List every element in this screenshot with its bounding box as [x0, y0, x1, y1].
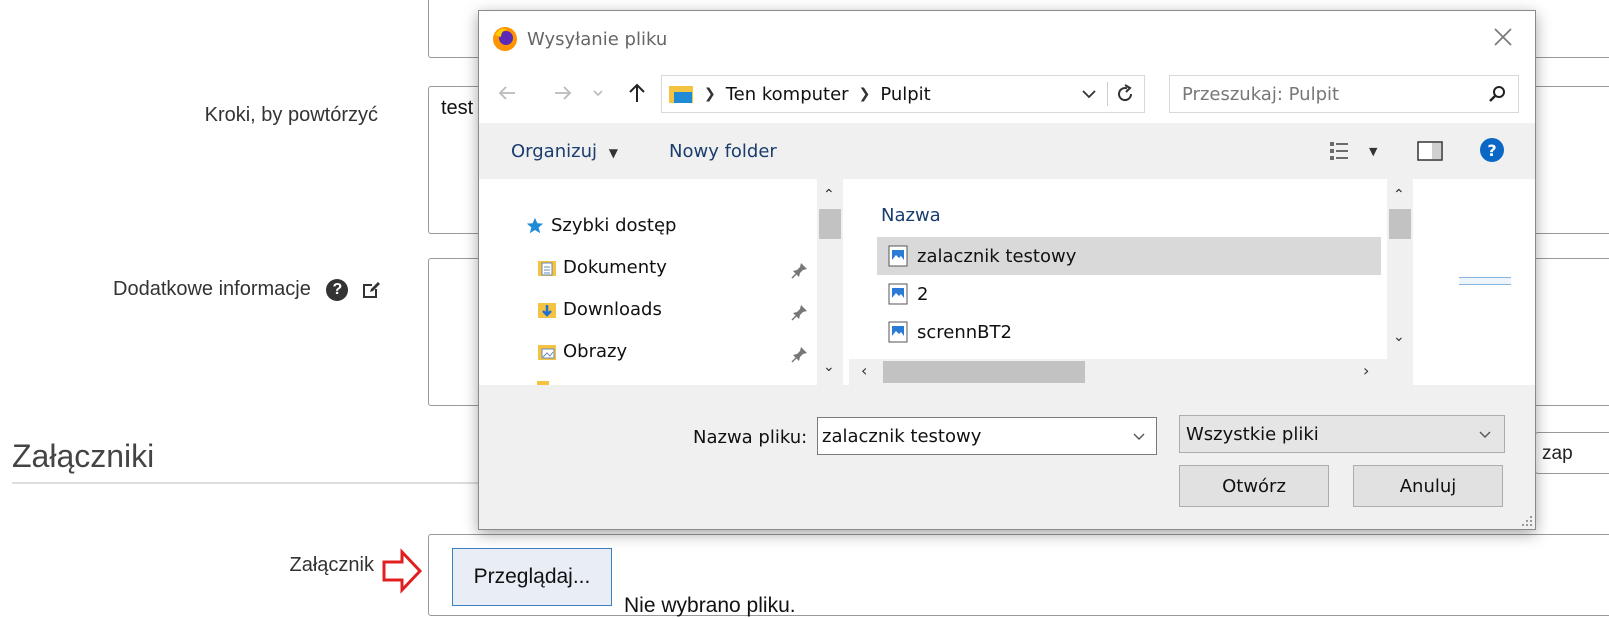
- forward-arrow-icon[interactable]: [551, 81, 575, 105]
- open-button[interactable]: Otwórz: [1179, 465, 1329, 507]
- file-row[interactable]: scrennBT2: [877, 313, 1381, 351]
- browse-button[interactable]: Przeglądaj...: [452, 548, 612, 606]
- scroll-thumb[interactable]: [819, 209, 841, 239]
- file-list-scrollbar[interactable]: ⌃ ⌄: [1387, 179, 1413, 385]
- breadcrumb-separator-icon: ❯: [858, 86, 871, 102]
- scroll-down-icon[interactable]: ⌄: [823, 359, 835, 375]
- new-folder-button[interactable]: Nowy folder: [669, 141, 777, 162]
- firefox-icon: [493, 27, 517, 51]
- breadcrumb-item-computer[interactable]: Ten komputer: [726, 84, 849, 105]
- close-icon[interactable]: [1489, 23, 1517, 51]
- refresh-icon[interactable]: [1114, 83, 1136, 105]
- address-dropdown-icon[interactable]: [1080, 85, 1098, 103]
- preview-pane-icon[interactable]: [1417, 141, 1443, 161]
- attachment-label: Załącznik: [289, 554, 374, 576]
- pin-icon[interactable]: [791, 261, 809, 279]
- no-file-text: Nie wybrano pliku.: [624, 594, 796, 617]
- nav-item-label: Szybki dostęp: [551, 215, 677, 236]
- section-divider: [12, 482, 482, 484]
- breadcrumb-separator-icon: ❯: [704, 86, 716, 102]
- edit-icon[interactable]: [360, 279, 382, 301]
- nav-item-documents[interactable]: Dokumenty: [537, 257, 667, 278]
- pictures-folder-icon: [538, 344, 556, 360]
- nav-item-label: Dokumenty: [563, 257, 667, 278]
- scroll-up-icon[interactable]: ⌃: [1393, 187, 1405, 203]
- help-circle-icon[interactable]: ?: [1479, 137, 1505, 163]
- filename-label: Nazwa pliku:: [693, 427, 808, 448]
- hscroll-thumb[interactable]: [883, 361, 1085, 383]
- steps-label: Kroki, by powtórzyć: [204, 104, 378, 126]
- scroll-left-icon[interactable]: ‹: [861, 361, 867, 380]
- nav-item-quick-access[interactable]: Szybki dostęp: [525, 215, 676, 236]
- file-name: zalacznik testowy: [917, 245, 1077, 267]
- cancel-button[interactable]: Anuluj: [1353, 465, 1503, 507]
- recent-chevron-down-icon[interactable]: [591, 81, 605, 105]
- navigation-pane[interactable]: Szybki dostęp Dokumenty Downloads Obrazy…: [479, 179, 847, 385]
- filetype-value: Wszystkie pliki: [1186, 424, 1319, 445]
- file-row[interactable]: 2: [877, 275, 1381, 313]
- documents-folder-icon: [538, 260, 556, 276]
- steps-text: test: [441, 97, 474, 119]
- breadcrumb-item-desktop[interactable]: Pulpit: [880, 84, 930, 105]
- search-placeholder: Przeszukaj: Pulpit: [1182, 84, 1340, 105]
- nav-item-downloads[interactable]: Downloads: [537, 299, 662, 320]
- filename-input[interactable]: zalacznik testowy: [817, 417, 1157, 455]
- file-list-pane[interactable]: Nazwa zalacznik testowy 2 scrennBT2 ⌃ ⌄ …: [849, 179, 1413, 385]
- column-header-name[interactable]: Nazwa: [881, 205, 941, 226]
- back-arrow-icon[interactable]: [495, 81, 519, 105]
- dialog-toolbar: Organizuj ▼ Nowy folder ▼ ?: [479, 123, 1535, 179]
- scroll-thumb[interactable]: [1389, 209, 1411, 239]
- additional-info-label: Dodatkowe informacje: [113, 278, 311, 300]
- nav-pane-scrollbar[interactable]: ⌃ ⌄: [817, 179, 843, 385]
- browser-panes: Szybki dostęp Dokumenty Downloads Obrazy…: [479, 179, 1535, 385]
- scroll-down-icon[interactable]: ⌄: [1393, 329, 1405, 345]
- downloads-folder-icon: [538, 302, 556, 318]
- image-file-icon: [888, 283, 908, 305]
- view-options-icon[interactable]: [1329, 141, 1349, 161]
- red-arrow-icon: [382, 548, 423, 594]
- pin-icon[interactable]: [791, 303, 809, 321]
- partial-text: zap: [1542, 443, 1573, 464]
- image-file-icon: [888, 245, 908, 267]
- address-divider: [1107, 82, 1108, 106]
- dialog-footer: Nazwa pliku: zalacznik testowy Wszystkie…: [479, 385, 1535, 529]
- dialog-title: Wysyłanie pliku: [527, 29, 668, 50]
- right-partial-box: zap: [1535, 432, 1609, 474]
- preview-thumbnail: [1459, 277, 1511, 285]
- attachments-heading: Załączniki: [12, 438, 155, 474]
- nav-item-label: Downloads: [563, 299, 662, 320]
- organize-label: Organizuj: [511, 141, 597, 162]
- view-dropdown-icon[interactable]: ▼: [1369, 145, 1377, 158]
- svg-text:?: ?: [1487, 141, 1496, 160]
- image-file-icon: [888, 321, 908, 343]
- desktop-folder-icon: [669, 86, 693, 103]
- additional-info-label-row: Dodatkowe informacje ?: [40, 278, 382, 301]
- search-input[interactable]: Przeszukaj: Pulpit: [1169, 75, 1519, 113]
- nav-item-pictures[interactable]: Obrazy: [537, 341, 627, 362]
- scroll-right-icon[interactable]: ›: [1363, 361, 1369, 380]
- dialog-titlebar[interactable]: Wysyłanie pliku: [479, 11, 1535, 67]
- file-row[interactable]: zalacznik testowy: [877, 237, 1381, 275]
- file-name: scrennBT2: [917, 321, 1012, 343]
- filename-value: zalacznik testowy: [822, 426, 982, 447]
- resize-grip-icon[interactable]: [1521, 515, 1533, 527]
- search-icon[interactable]: [1486, 84, 1508, 106]
- organize-button[interactable]: Organizuj ▼: [511, 141, 618, 162]
- file-list-hscrollbar[interactable]: ‹ ›: [849, 359, 1413, 385]
- filename-dropdown-icon[interactable]: [1132, 430, 1146, 444]
- preview-pane: [1419, 179, 1535, 385]
- nav-item-label: Obrazy: [563, 341, 628, 362]
- help-icon[interactable]: ?: [326, 278, 349, 301]
- file-upload-dialog: Wysyłanie pliku ❯ Ten komputer ❯ Pulpit: [478, 10, 1536, 530]
- filetype-dropdown-icon[interactable]: [1478, 428, 1492, 442]
- organize-dropdown-icon: ▼: [608, 146, 618, 160]
- address-bar[interactable]: ❯ Ten komputer ❯ Pulpit: [661, 75, 1145, 113]
- up-arrow-icon[interactable]: [625, 81, 649, 105]
- filetype-select[interactable]: Wszystkie pliki: [1179, 415, 1505, 453]
- scroll-up-icon[interactable]: ⌃: [823, 187, 835, 203]
- file-name: 2: [917, 283, 929, 305]
- star-icon: [526, 217, 544, 233]
- pin-icon[interactable]: [791, 345, 809, 363]
